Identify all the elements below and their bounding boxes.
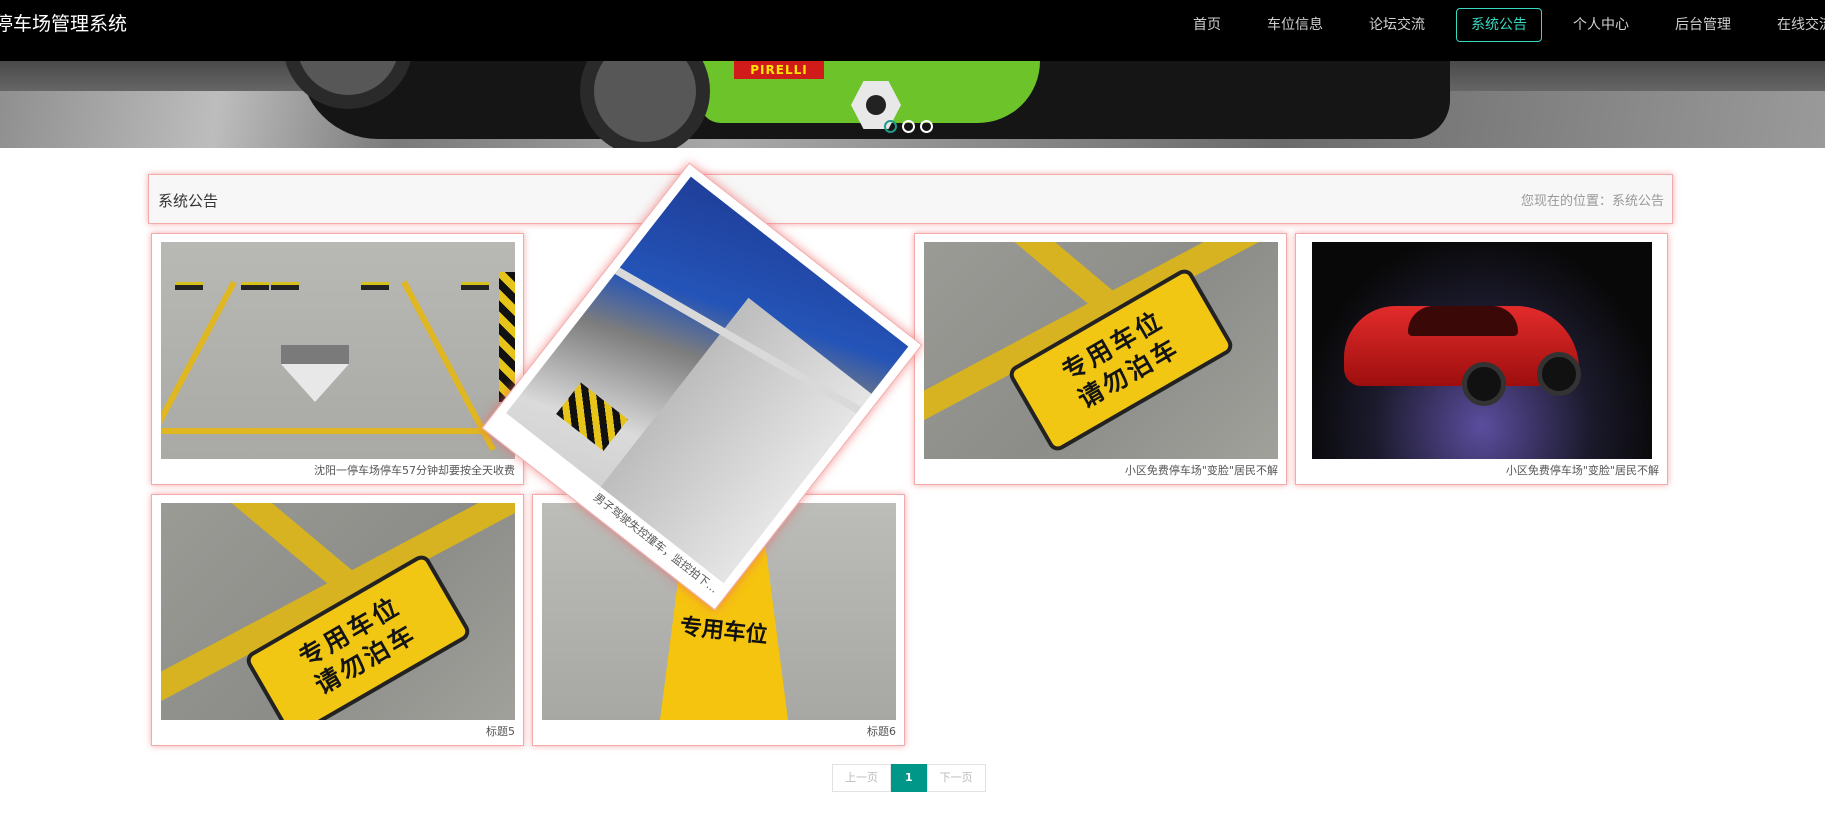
nav-item-announcements[interactable]: 系统公告 <box>1456 8 1542 42</box>
banner-brand-logo: PIRELLI <box>734 61 824 79</box>
card-caption: 标题6 <box>867 725 896 738</box>
announcement-card[interactable]: 沈阳一停车场停车57分钟却要按全天收费 <box>151 233 524 485</box>
carousel-dot-3[interactable] <box>920 120 933 133</box>
main-nav: 首页 车位信息 论坛交流 系统公告 个人中心 后台管理 在线交流 <box>1178 8 1825 42</box>
banner-tyre-icon <box>580 61 710 148</box>
nav-item-personal-center[interactable]: 个人中心 <box>1558 8 1644 42</box>
card-image-red-sports-car <box>1312 242 1652 459</box>
card-caption: 小区免费停车场"变脸"居民不解 <box>1124 464 1278 477</box>
carousel-dot-1[interactable] <box>884 120 897 133</box>
prev-page-button[interactable]: 上一页 <box>832 764 891 792</box>
card-caption: 小区免费停车场"变脸"居民不解 <box>1505 464 1659 477</box>
card-image-reserved-sign: 专用车位 请勿泊车 <box>924 242 1278 459</box>
nav-item-parking-info[interactable]: 车位信息 <box>1252 8 1338 42</box>
announcement-card[interactable]: 专用车位 请勿泊车 标题5 <box>151 494 524 746</box>
card-image-parking-space <box>161 242 515 459</box>
section-header: 系统公告 您现在的位置：系统公告 <box>148 174 1673 224</box>
pagination: 上一页 1 下一页 <box>832 764 986 792</box>
section-title: 系统公告 <box>158 192 219 210</box>
nav-item-home[interactable]: 首页 <box>1178 8 1236 42</box>
nav-item-admin[interactable]: 后台管理 <box>1660 8 1746 42</box>
nav-item-online-chat[interactable]: 在线交流 <box>1762 8 1825 42</box>
announcement-card[interactable]: 小区免费停车场"变脸"居民不解 <box>1295 233 1668 485</box>
nav-item-forum[interactable]: 论坛交流 <box>1354 8 1440 42</box>
next-page-button[interactable]: 下一页 <box>926 764 986 792</box>
page-1-button[interactable]: 1 <box>891 764 927 792</box>
banner-carousel[interactable]: PIRELLI <box>0 61 1825 148</box>
carousel-dot-2[interactable] <box>902 120 915 133</box>
app-title[interactable]: 停车场管理系统 <box>0 12 127 36</box>
breadcrumb: 您现在的位置：系统公告 <box>1520 194 1664 209</box>
carousel-dots <box>884 120 933 133</box>
card-caption: 沈阳一停车场停车57分钟却要按全天收费 <box>314 464 515 477</box>
card-image-reserved-sign: 专用车位 请勿泊车 <box>161 503 515 720</box>
card-caption: 标题5 <box>486 725 515 738</box>
announcement-card[interactable]: 专用车位 请勿泊车 小区免费停车场"变脸"居民不解 <box>914 233 1287 485</box>
top-navbar: 停车场管理系统 首页 车位信息 论坛交流 系统公告 个人中心 后台管理 在线交流 <box>0 0 1825 61</box>
